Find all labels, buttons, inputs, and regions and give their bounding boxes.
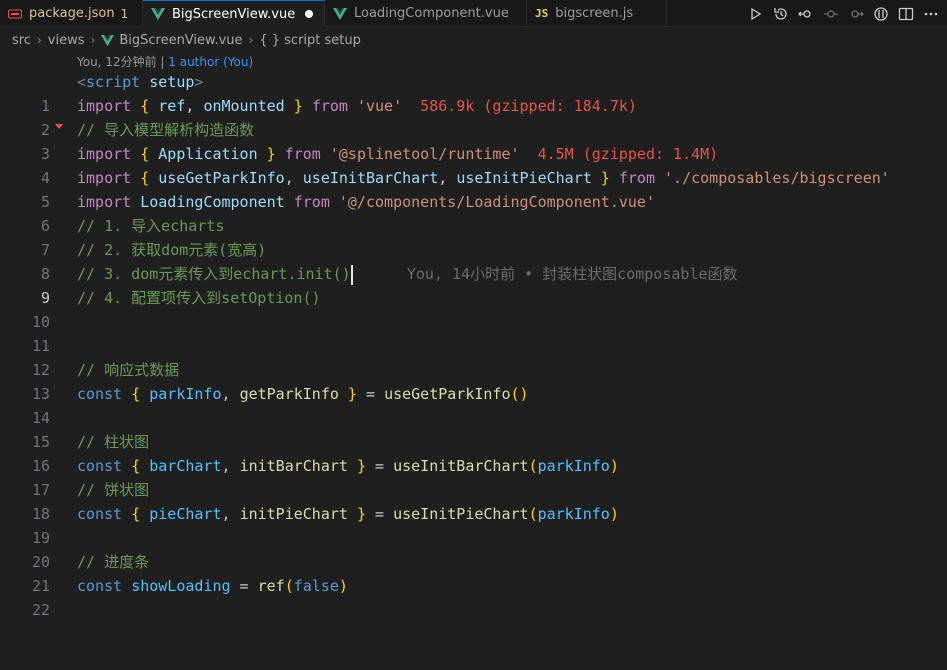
tab-loadingcomponent-vue[interactable]: LoadingComponent.vue xyxy=(325,0,527,27)
tab-bigscreenview-vue[interactable]: BigScreenView.vue xyxy=(143,0,325,27)
code-line[interactable]: 13 // 响应式数据 xyxy=(0,358,947,403)
editor-tab-bar: package.json 1 BigScreenView.vue Loading… xyxy=(0,0,947,27)
editor-toolbar xyxy=(747,0,939,27)
json-icon xyxy=(8,9,22,19)
chevron-right-icon: › xyxy=(248,33,254,47)
vue-icon xyxy=(151,8,165,20)
tab-label: package.json xyxy=(29,6,115,21)
git-compare-icon[interactable] xyxy=(872,5,889,22)
line-code: const { barChart, initBarChart } = useIn… xyxy=(77,457,619,475)
code-line[interactable]: 19 const { pieChart, initPieChart } = us… xyxy=(0,502,947,547)
tab-label: bigscreen.js xyxy=(555,6,634,21)
line-code: <script setup> xyxy=(77,73,204,91)
code-line[interactable]: 20 xyxy=(0,526,947,571)
breadcrumb-item-views[interactable]: views xyxy=(48,33,85,48)
timeline-icon[interactable] xyxy=(772,5,789,22)
code-line[interactable]: 12 xyxy=(0,334,947,379)
line-code: const { pieChart, initPieChart } = useIn… xyxy=(77,505,619,523)
commit-prev-icon[interactable] xyxy=(822,5,839,22)
more-actions-icon[interactable] xyxy=(922,5,939,22)
import-cost-label: 4.5M (gzipped: 1.4M) xyxy=(537,145,719,163)
unsaved-changes-dot[interactable] xyxy=(305,10,314,18)
line-code: // 饼状图 xyxy=(77,481,150,499)
tab-label: BigScreenView.vue xyxy=(172,6,296,22)
breadcrumb-item-file[interactable]: BigScreenView.vue xyxy=(119,33,242,48)
git-deleted-marker[interactable] xyxy=(55,124,63,129)
code-editor[interactable]: You, 12分钟前 | 1 author (You) 1 <script se… xyxy=(0,53,947,619)
code-line[interactable]: 4 import { Application } from '@splineto… xyxy=(0,142,947,187)
line-code: // 柱状图 xyxy=(77,433,150,451)
code-line[interactable]: 15 xyxy=(0,406,947,451)
code-line[interactable]: 14 const { parkInfo, getParkInfo } = use… xyxy=(0,382,947,427)
codelens-info: You, 12分钟前 | xyxy=(77,55,169,69)
code-line[interactable]: 2 import { ref, onMounted } from 'vue' 5… xyxy=(0,94,947,139)
tab-label: LoadingComponent.vue xyxy=(354,6,509,21)
line-code: import LoadingComponent from '@/componen… xyxy=(77,193,655,211)
breadcrumb: src › views › BigScreenView.vue › { } sc… xyxy=(0,27,947,53)
split-editor-icon[interactable] xyxy=(897,5,914,22)
breadcrumb-item-symbol[interactable]: { } script setup xyxy=(259,33,361,48)
code-line[interactable]: 17 const { barChart, initBarChart } = us… xyxy=(0,454,947,499)
code-line[interactable]: 21 // 进度条 xyxy=(0,550,947,595)
line-code: // 3. dom元素传入到echart.init() You, 14小时前 •… xyxy=(77,264,738,285)
line-code: import { Application } from '@splinetool… xyxy=(77,145,719,163)
code-line-current[interactable]: 9 // 3. dom元素传入到echart.init() You, 14小时前… xyxy=(0,262,947,307)
line-number: 22 xyxy=(31,601,50,619)
line-code: // 进度条 xyxy=(77,553,150,571)
code-line[interactable]: 5 import { useGetParkInfo, useInitBarCha… xyxy=(0,166,947,211)
go-back-icon[interactable] xyxy=(797,5,814,22)
chevron-right-icon: › xyxy=(36,33,42,47)
vue-icon xyxy=(101,34,115,46)
git-blame-annotation: You, 14小时前 • 封装柱状图composable函数 xyxy=(406,265,738,283)
js-icon: JS xyxy=(535,7,549,20)
problem-count-badge: 1 xyxy=(120,6,129,21)
chevron-right-icon: › xyxy=(90,33,96,47)
commit-next-icon[interactable] xyxy=(847,5,864,22)
code-line[interactable]: 1 <script setup> xyxy=(0,70,947,115)
tab-package-json[interactable]: package.json 1 xyxy=(0,0,143,27)
line-code: import { ref, onMounted } from 'vue' 586… xyxy=(77,97,637,115)
code-line[interactable]: 3 // 导入模型解析构造函数 xyxy=(0,118,947,163)
code-line[interactable]: 18 // 饼状图 xyxy=(0,478,947,523)
vue-icon xyxy=(333,7,347,20)
line-code: const showLoading = ref(false) xyxy=(77,577,348,595)
code-line[interactable]: 11 xyxy=(0,310,947,355)
tab-bigscreen-js[interactable]: JS bigscreen.js xyxy=(527,0,667,27)
code-line[interactable]: 6 import LoadingComponent from '@/compon… xyxy=(0,190,947,235)
line-code: const { parkInfo, getParkInfo } = useGet… xyxy=(77,385,529,403)
line-code: // 2. 获取dom元素(宽高) xyxy=(77,241,267,259)
code-line[interactable]: 8 // 2. 获取dom元素(宽高) xyxy=(0,238,947,283)
git-codelens[interactable]: You, 12分钟前 | 1 author (You) xyxy=(77,53,253,69)
run-icon[interactable] xyxy=(747,5,764,22)
breadcrumb-item-src[interactable]: src xyxy=(12,33,31,48)
code-line[interactable]: 10 // 4. 配置项传入到setOption() xyxy=(0,286,947,331)
code-line[interactable]: 16 // 柱状图 xyxy=(0,430,947,475)
line-code: import { useGetParkInfo, useInitBarChart… xyxy=(77,169,890,187)
import-cost-label: 586.9k (gzipped: 184.7k) xyxy=(420,97,637,115)
text-cursor xyxy=(350,264,353,285)
line-code: // 导入模型解析构造函数 xyxy=(77,121,255,139)
line-code: // 响应式数据 xyxy=(77,361,180,379)
line-code: // 4. 配置项传入到setOption() xyxy=(77,289,321,307)
code-line[interactable]: 22 const showLoading = ref(false) xyxy=(0,574,947,619)
line-code: // 1. 导入echarts xyxy=(77,217,225,235)
codelens-author-link[interactable]: 1 author (You) xyxy=(168,55,253,69)
code-line[interactable]: 7 // 1. 导入echarts xyxy=(0,214,947,259)
